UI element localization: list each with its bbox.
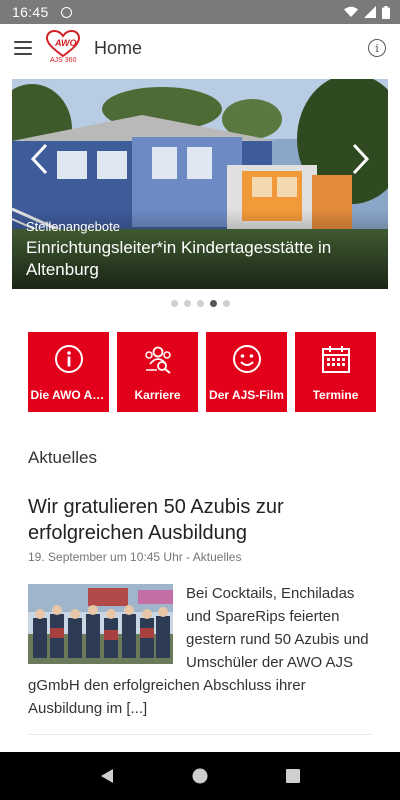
- signal-icon: [364, 6, 376, 18]
- carousel-dot-active[interactable]: [209, 300, 217, 307]
- people-search-icon: [144, 346, 171, 374]
- carousel-dot[interactable]: [196, 300, 204, 307]
- carousel-dot[interactable]: [222, 300, 230, 307]
- system-nav-bar: [0, 752, 400, 800]
- smiley-icon: [232, 345, 261, 373]
- sync-circle-icon: [60, 6, 72, 18]
- nav-back-button[interactable]: [97, 766, 117, 786]
- app-bar: AWO AJS 360 Home i: [0, 24, 400, 72]
- tile-label: Termine: [312, 388, 359, 402]
- tile-termine[interactable]: Termine: [295, 332, 376, 412]
- logo-text: AWO: [55, 38, 77, 48]
- carousel-dot[interactable]: [170, 300, 178, 307]
- back-triangle-icon: [100, 769, 113, 783]
- home-circle-icon: [192, 768, 208, 784]
- section-title: Aktuelles: [28, 448, 97, 467]
- article-meta: 19. September um 10:45 Uhr - Aktuelles: [28, 550, 242, 564]
- status-icons: [344, 5, 390, 19]
- nav-home-button[interactable]: [190, 766, 210, 786]
- quick-links: Die AWO AJ... Karriere Der AJS-Film Term…: [28, 332, 376, 412]
- group-photo-image: [28, 584, 173, 664]
- article-title[interactable]: Wir gratulieren 50 Azubis zur erfolgreic…: [28, 494, 378, 546]
- carousel-category: Stellenangebote: [26, 219, 120, 234]
- calendar-icon: [321, 346, 350, 373]
- info-circle-icon: [54, 345, 83, 373]
- featured-carousel[interactable]: Stellenangebote Einrichtungsleiter*in Ki…: [12, 79, 388, 289]
- divider: [28, 734, 372, 735]
- awo-logo: AWO AJS 360: [46, 30, 80, 66]
- chevron-left-icon: [30, 143, 48, 175]
- status-time: 16:45: [12, 4, 49, 20]
- carousel-dot[interactable]: [183, 300, 191, 307]
- hamburger-icon[interactable]: [14, 41, 32, 55]
- article-thumbnail[interactable]: [28, 584, 173, 664]
- tile-label: Der AJS-Film: [209, 388, 284, 402]
- recents-square-icon: [286, 769, 301, 783]
- carousel-dots: [0, 300, 400, 307]
- battery-icon: [382, 5, 390, 19]
- carousel-title[interactable]: Einrichtungsleiter*in Kindertagesstätte …: [26, 237, 376, 281]
- tile-label: Die AWO AJ...: [30, 388, 107, 402]
- tile-die-awo[interactable]: Die AWO AJ...: [28, 332, 109, 412]
- info-glyph: i: [375, 41, 379, 55]
- nav-recents-button[interactable]: [283, 766, 303, 786]
- tile-label: Karriere: [134, 388, 181, 402]
- tile-karriere[interactable]: Karriere: [117, 332, 198, 412]
- wifi-icon: [344, 6, 358, 17]
- page-title: Home: [94, 37, 143, 58]
- status-bar: 16:45: [0, 0, 400, 24]
- carousel-next-button[interactable]: [348, 143, 372, 175]
- info-icon[interactable]: i: [368, 39, 386, 57]
- carousel-prev-button[interactable]: [28, 143, 52, 175]
- tile-ajs-film[interactable]: Der AJS-Film: [206, 332, 287, 412]
- chevron-right-icon: [352, 143, 370, 175]
- logo-subtext: AJS 360: [50, 57, 77, 64]
